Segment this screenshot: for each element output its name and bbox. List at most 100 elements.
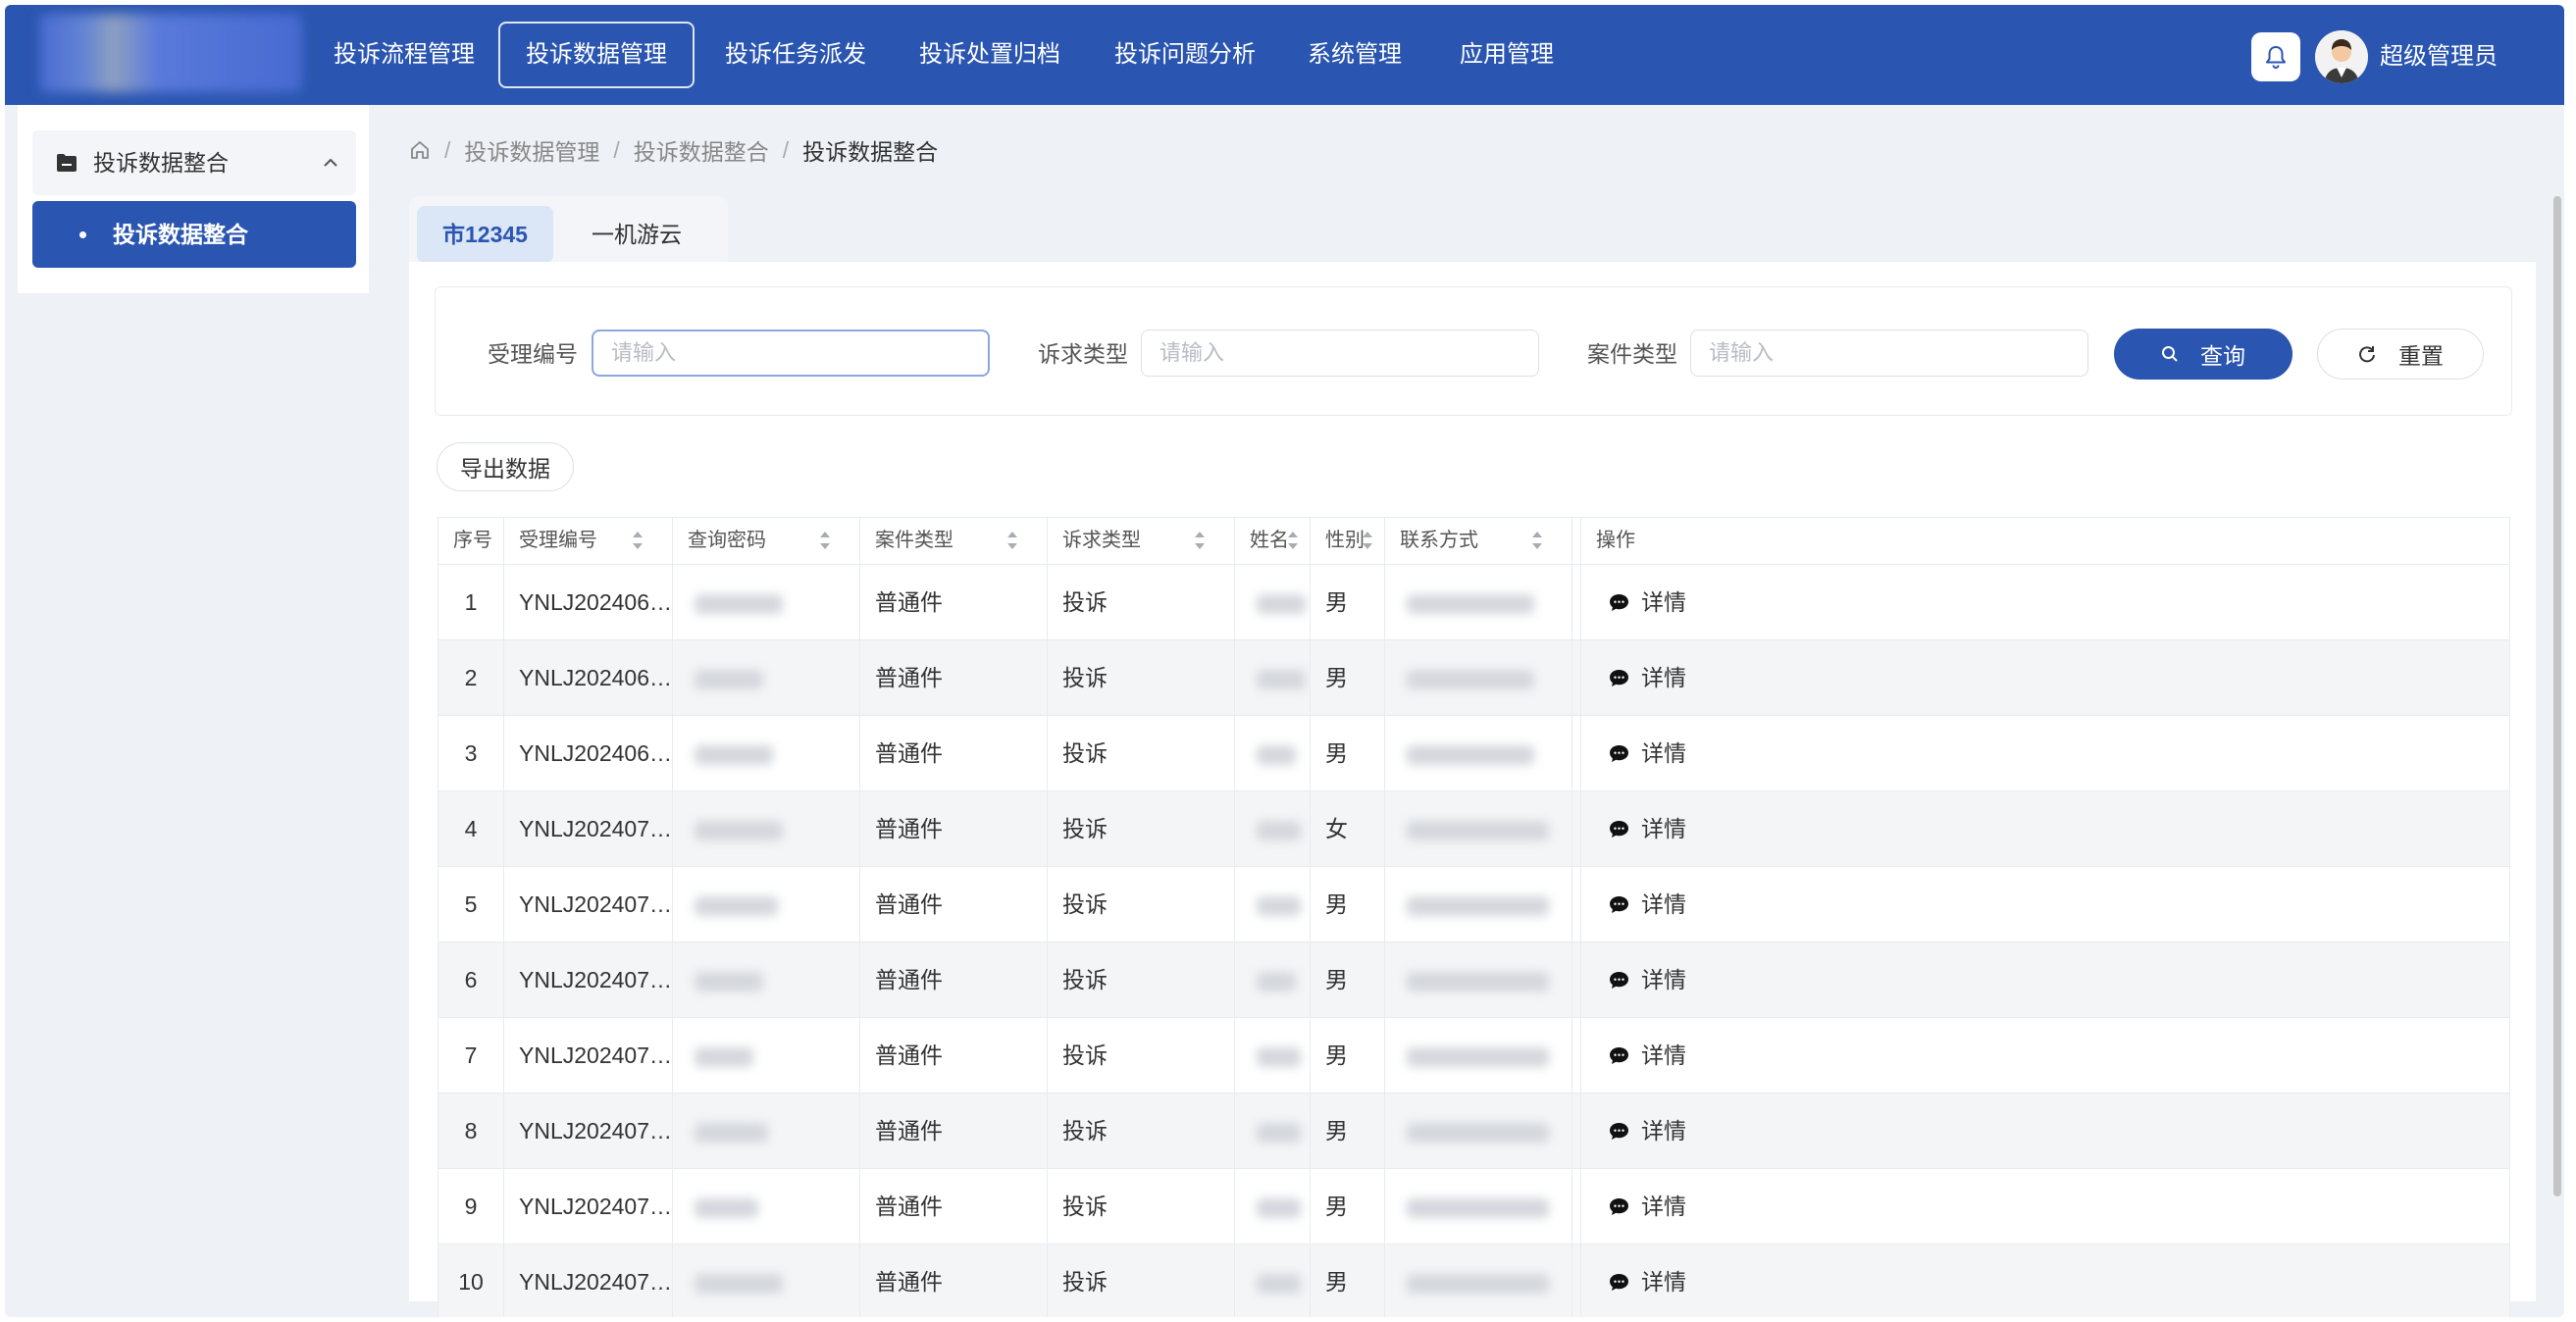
- table-row[interactable]: 3YNLJ202406170004... 普通件投诉 男 详情: [438, 716, 2510, 791]
- nav-item-task-dispatch[interactable]: 投诉任务派发: [699, 22, 892, 88]
- tab-yunnan-tour[interactable]: 一机游云南: [566, 206, 728, 304]
- reset-button[interactable]: 重置: [2317, 329, 2484, 380]
- column-header-query-password[interactable]: 查询密码: [673, 518, 860, 564]
- cell-contact: [1385, 565, 1572, 639]
- avatar[interactable]: [2315, 30, 2368, 83]
- sort-icon[interactable]: [1007, 532, 1017, 549]
- nav-item-complaint-data[interactable]: 投诉数据管理: [498, 22, 695, 88]
- sidebar-group-data-integration[interactable]: 投诉数据整合: [32, 130, 356, 195]
- chat-bubble-icon: [1610, 895, 1628, 913]
- column-header-name[interactable]: 姓名: [1235, 518, 1311, 564]
- cell-actions: 详情: [1581, 565, 2510, 639]
- sidebar-item-data-integration[interactable]: 投诉数据整合: [32, 201, 356, 268]
- sort-icon[interactable]: [1195, 532, 1205, 549]
- table-row[interactable]: 2YNLJ20240607000... 普通件投诉 男 详情: [438, 640, 2510, 716]
- detail-button[interactable]: 详情: [1609, 942, 2509, 1017]
- sidebar-item-label: 投诉数据整合: [113, 222, 248, 247]
- nav-item-system-management[interactable]: 系统管理: [1282, 22, 1427, 88]
- redacted-value: [695, 1273, 783, 1294]
- case-type-input[interactable]: [1690, 330, 2088, 377]
- app-logo[interactable]: [39, 14, 302, 92]
- cell-no: 2: [438, 640, 504, 715]
- cell-gender: 男: [1311, 640, 1385, 715]
- page-scrollbar[interactable]: [2553, 196, 2561, 1196]
- table-row[interactable]: 5YNLJ202407180004... 普通件投诉 男 详情: [438, 867, 2510, 942]
- detail-button[interactable]: 详情: [1609, 1245, 2509, 1317]
- breadcrumb-current: 投诉数据整合: [802, 139, 939, 165]
- sort-icon[interactable]: [1532, 532, 1542, 549]
- cell-contact: [1385, 640, 1572, 715]
- cell-gender: 男: [1311, 1093, 1385, 1168]
- column-header-case-type[interactable]: 案件类型: [860, 518, 1048, 564]
- detail-button[interactable]: 详情: [1609, 1018, 2509, 1093]
- column-header-appeal-type[interactable]: 诉求类型: [1048, 518, 1235, 564]
- cell-spacer: [1572, 942, 1581, 1017]
- table-row[interactable]: 10YNLJ20240722000... 普通件投诉 男 详情: [438, 1245, 2510, 1317]
- nav-item-disposal-archive[interactable]: 投诉处置归档: [894, 22, 1086, 88]
- nav-item-complaint-process[interactable]: 投诉流程管理: [308, 22, 500, 88]
- accept-number-input[interactable]: [592, 330, 990, 377]
- query-button[interactable]: 查询: [2114, 329, 2293, 380]
- cell-no: 8: [438, 1093, 504, 1168]
- cell-appeal-type: 投诉: [1048, 1018, 1235, 1093]
- cell-actions: 详情: [1581, 791, 2510, 866]
- username-label[interactable]: 超级管理员: [2380, 37, 2498, 76]
- cell-accept-number: YNLJ202407190004...: [504, 791, 673, 866]
- nav-item-app-management[interactable]: 应用管理: [1434, 22, 1579, 88]
- cell-actions: 详情: [1581, 640, 2510, 715]
- cell-name: [1235, 565, 1311, 639]
- table-row[interactable]: 1YNLJ20240607000... 普通件投诉 男 详情: [438, 565, 2510, 640]
- table-row[interactable]: 9YNLJ20240722000... 普通件投诉 男 详情: [438, 1169, 2510, 1245]
- export-data-button[interactable]: 导出数据: [437, 442, 574, 491]
- detail-button[interactable]: 详情: [1609, 791, 2509, 866]
- breadcrumb-data-integration[interactable]: 投诉数据整合: [634, 133, 769, 167]
- cell-name: [1235, 1169, 1311, 1244]
- appeal-type-input[interactable]: [1141, 330, 1539, 377]
- column-header-gender[interactable]: 性别: [1311, 518, 1385, 564]
- column-header-accept-number[interactable]: 受理编号: [504, 518, 673, 564]
- detail-label: 详情: [1641, 816, 1686, 841]
- redacted-value: [695, 593, 783, 614]
- cell-gender: 男: [1311, 867, 1385, 941]
- query-button-label: 查询: [2200, 343, 2245, 369]
- cell-case-type: 普通件: [860, 867, 1048, 941]
- cell-contact: [1385, 1018, 1572, 1093]
- redacted-value: [1407, 820, 1549, 840]
- cell-appeal-type: 投诉: [1048, 1169, 1235, 1244]
- cell-gender: 男: [1311, 942, 1385, 1017]
- cell-spacer: [1572, 565, 1581, 639]
- table-row[interactable]: 4YNLJ202407190004... 普通件投诉 女 详情: [438, 791, 2510, 867]
- column-header-contact[interactable]: 联系方式: [1385, 518, 1572, 564]
- sort-icon[interactable]: [633, 532, 643, 549]
- detail-button[interactable]: 详情: [1609, 716, 2509, 790]
- redacted-value: [1407, 1273, 1549, 1294]
- home-icon[interactable]: [409, 139, 431, 161]
- table-row[interactable]: 8YNLJ20240722000... 普通件投诉 男 详情: [438, 1093, 2510, 1169]
- sort-icon[interactable]: [1363, 532, 1372, 549]
- sort-icon[interactable]: [1288, 532, 1298, 549]
- breadcrumb-complaint-data[interactable]: 投诉数据管理: [464, 133, 599, 167]
- table-row[interactable]: 7YNLJ20240722000... 普通件投诉 男 详情: [438, 1018, 2510, 1093]
- cell-gender: 男: [1311, 716, 1385, 790]
- cell-contact: [1385, 1169, 1572, 1244]
- cell-accept-number: YNLJ20240722000...: [504, 1018, 673, 1093]
- cell-accept-number: YNLJ202407180004...: [504, 942, 673, 1017]
- reset-button-label: 重置: [2398, 343, 2444, 369]
- detail-button[interactable]: 详情: [1609, 867, 2509, 941]
- active-dot: [79, 231, 86, 238]
- detail-button[interactable]: 详情: [1609, 1093, 2509, 1168]
- column-header-no: 序号: [438, 518, 504, 564]
- sort-icon[interactable]: [820, 532, 830, 549]
- nav-item-problem-analysis[interactable]: 投诉问题分析: [1089, 22, 1281, 88]
- tab-city-12345[interactable]: 市12345: [417, 206, 553, 263]
- user-avatar-icon: [2315, 30, 2368, 83]
- header-label: 联系方式: [1400, 530, 1478, 551]
- notification-bell-button[interactable]: [2251, 32, 2300, 81]
- detail-button[interactable]: 详情: [1609, 565, 2509, 639]
- detail-button[interactable]: 详情: [1609, 640, 2509, 715]
- cell-no: 6: [438, 942, 504, 1017]
- breadcrumb-separator: /: [782, 136, 790, 163]
- table-row[interactable]: 6YNLJ202407180004... 普通件投诉 男 详情: [438, 942, 2510, 1018]
- detail-button[interactable]: 详情: [1609, 1169, 2509, 1244]
- sidebar: 投诉数据整合 投诉数据整合: [18, 105, 369, 293]
